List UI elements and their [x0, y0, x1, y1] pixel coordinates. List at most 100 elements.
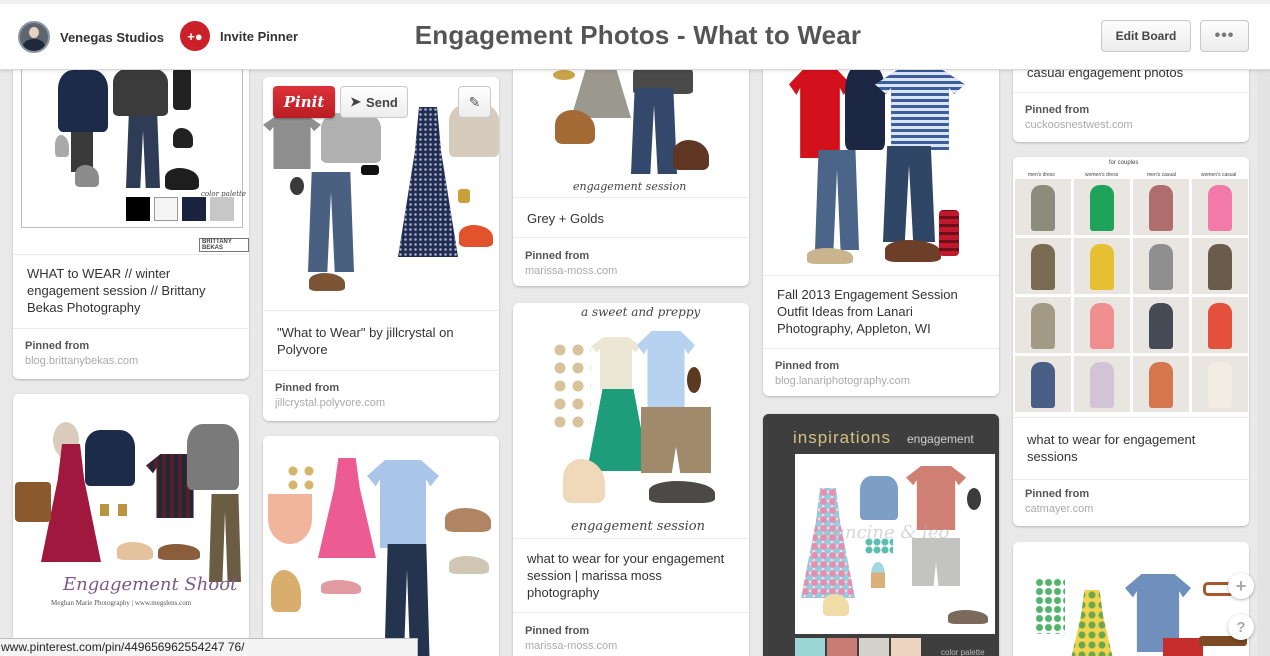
- wedge-sandals: [271, 570, 301, 612]
- more-options-button[interactable]: •••: [1200, 20, 1249, 52]
- pin-card[interactable]: [263, 436, 499, 656]
- pin-source-link[interactable]: marissa-moss.com: [525, 640, 617, 652]
- pin-description[interactable]: what to wear for your engagement session…: [527, 550, 735, 601]
- divider: [763, 275, 999, 276]
- pin-source-link[interactable]: marissa-moss.com: [525, 265, 617, 277]
- pinit-button[interactable]: Pinit: [273, 86, 335, 118]
- pin-image[interactable]: Engagement Shoot Meghan Marie Photograph…: [13, 394, 249, 656]
- pin-card[interactable]: inspirations engagement francine & leo c…: [763, 414, 999, 656]
- pin-card[interactable]: Pinit ➤ Send ✎ "What to Wear" by jillcry…: [263, 77, 499, 421]
- grid-outfit-cell: [1192, 297, 1248, 353]
- pin-description[interactable]: Grey + Golds: [527, 210, 735, 227]
- jeans: [815, 150, 859, 250]
- add-pin-button[interactable]: +: [1228, 573, 1254, 599]
- invite-pinner-button[interactable]: +● Invite Pinner: [180, 21, 298, 51]
- pin-card[interactable]: engagement session Grey + Golds Pinned f…: [513, 50, 749, 286]
- palette-swatch: [210, 197, 234, 221]
- pin-image[interactable]: color palette BRITTANY BEKAS: [13, 50, 249, 254]
- pin-image[interactable]: engagement session: [513, 50, 749, 197]
- palette-label: color palette: [941, 648, 985, 656]
- suede-bucks: [449, 556, 489, 574]
- lace-top: [591, 337, 641, 389]
- divider: [263, 310, 499, 311]
- grid-header: men's casual: [1147, 172, 1177, 178]
- pinned-from-label: Pinned from: [775, 360, 840, 372]
- grid-outfit-cell: [1015, 297, 1071, 353]
- grid-header: women's casual: [1201, 172, 1237, 178]
- palette-swatch: [891, 638, 921, 656]
- watch: [290, 177, 304, 195]
- grid-outfit-cell: [1192, 238, 1248, 294]
- pin-description[interactable]: WHAT to WEAR // winter engagement sessio…: [27, 265, 235, 316]
- jewelry-cluster: [551, 341, 591, 431]
- brown-oxfords: [158, 544, 200, 560]
- tan-brogues: [445, 508, 491, 532]
- pin-card[interactable]: Engagement Shoot Meghan Marie Photograph…: [13, 394, 249, 656]
- add-person-icon[interactable]: +●: [180, 21, 210, 51]
- grid-outfit-cell: [1015, 356, 1071, 412]
- pin-card[interactable]: for couples men's dress women's dress me…: [1013, 157, 1249, 526]
- grid-outfit-figure: [1149, 185, 1173, 231]
- edit-board-button[interactable]: Edit Board: [1101, 20, 1191, 52]
- black-boots: [165, 168, 199, 190]
- owner-avatar[interactable]: [18, 21, 50, 53]
- jeans: [308, 172, 354, 272]
- grid-outfit-figure: [1031, 244, 1055, 290]
- grid-outfit-figure: [1090, 244, 1114, 290]
- navy-coat: [58, 70, 108, 132]
- send-label: Send: [366, 94, 398, 110]
- grid-outfit-cell: [1015, 238, 1071, 294]
- scrollbar[interactable]: [1257, 70, 1270, 656]
- pin-card[interactable]: [1013, 542, 1249, 656]
- edit-pin-button[interactable]: ✎: [458, 86, 491, 118]
- pin-card[interactable]: Fall 2013 Engagement Session Outfit Idea…: [763, 50, 999, 396]
- watch: [687, 367, 701, 393]
- owner-name[interactable]: Venegas Studios: [60, 30, 164, 45]
- pin-source-link[interactable]: jillcrystal.polyvore.com: [275, 397, 385, 409]
- pin-image[interactable]: a sweet and preppy engagement session: [513, 303, 749, 538]
- divider: [1013, 92, 1249, 93]
- pin-image[interactable]: for couples men's dress women's dress me…: [1013, 157, 1249, 417]
- gold-bracelet: [458, 189, 470, 203]
- yellow-floral-dress: [1067, 590, 1117, 656]
- blue-oxford-shirt: [367, 460, 439, 548]
- earrings: [100, 504, 128, 516]
- pin-image[interactable]: [1013, 542, 1249, 656]
- grid-outfit-figure: [1031, 362, 1055, 408]
- send-button[interactable]: ➤ Send: [340, 86, 408, 118]
- watch: [967, 488, 981, 510]
- pinned-from-label: Pinned from: [525, 250, 590, 262]
- image-caption: engagement session: [571, 519, 705, 534]
- palette-swatch: [154, 197, 178, 221]
- watermark: francine & leo: [819, 522, 950, 543]
- board-owner[interactable]: Venegas Studios: [18, 21, 164, 53]
- pin-image[interactable]: [763, 50, 999, 275]
- pin-image[interactable]: [263, 436, 499, 656]
- pin-description[interactable]: "What to Wear" by jillcrystal on Polyvor…: [277, 324, 485, 358]
- pin-source-link[interactable]: blog.brittanybekas.com: [25, 355, 138, 367]
- pin-source-link[interactable]: blog.lanariphotography.com: [775, 375, 910, 387]
- light-blue-shirt: [637, 331, 695, 409]
- pin-description[interactable]: Fall 2013 Engagement Session Outfit Idea…: [777, 286, 985, 337]
- grid-outfit-cell: [1133, 179, 1189, 235]
- grey-cardigan: [187, 424, 239, 490]
- boat-shoes: [649, 481, 715, 503]
- pin-card[interactable]: a sweet and preppy engagement session wh…: [513, 303, 749, 656]
- pin-source-link[interactable]: catmayer.com: [1025, 503, 1093, 515]
- sunglasses: [361, 165, 379, 175]
- pin-card[interactable]: color palette BRITTANY BEKAS WHAT to WEA…: [13, 50, 249, 379]
- pin-source-link[interactable]: cuckoosnestwest.com: [1025, 119, 1133, 131]
- grid-outfit-figure: [1149, 244, 1173, 290]
- pin-image[interactable]: inspirations engagement francine & leo c…: [763, 414, 999, 656]
- brown-tote-bag: [15, 482, 51, 522]
- pin-image[interactable]: Pinit ➤ Send ✎: [263, 77, 499, 310]
- orange-heels: [459, 225, 493, 247]
- pin-description[interactable]: what to wear for engagement sessions: [1027, 431, 1235, 465]
- grey-shirt: [263, 115, 321, 169]
- invite-pinner-label[interactable]: Invite Pinner: [220, 29, 298, 44]
- grid-outfit-figure: [1090, 185, 1114, 231]
- grid-outfit-figure: [1208, 362, 1232, 408]
- help-button[interactable]: ?: [1228, 614, 1254, 640]
- grid-outfit-figure: [1208, 185, 1232, 231]
- black-scarf: [173, 68, 191, 110]
